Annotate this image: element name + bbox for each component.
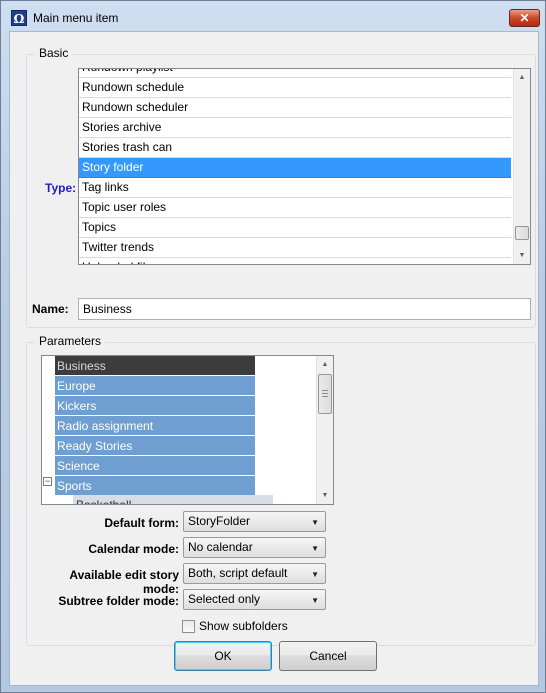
thumb-grip bbox=[322, 393, 328, 394]
type-list-item[interactable]: Topic user roles bbox=[79, 198, 511, 218]
folder-tree-item[interactable]: Business bbox=[55, 356, 255, 376]
type-list-item[interactable]: Story folder bbox=[79, 158, 511, 178]
folder-tree-item[interactable]: Kickers bbox=[55, 396, 255, 416]
app-omega-icon: Ω bbox=[11, 10, 27, 26]
type-list-item[interactable]: Rundown scheduler bbox=[79, 98, 511, 118]
type-list-item[interactable]: Twitter trends bbox=[79, 238, 511, 258]
thumb-grip bbox=[322, 396, 328, 397]
calendar-mode-value: No calendar bbox=[188, 540, 253, 554]
folder-tree-item[interactable]: Radio assignment bbox=[55, 416, 255, 436]
type-list-item[interactable]: Rundown playlist bbox=[79, 69, 511, 78]
folder-tree-item[interactable]: Ready Stories bbox=[55, 436, 255, 456]
folder-tree-scrollbar[interactable]: ▲ ▼ bbox=[316, 356, 333, 504]
folder-tree-scroll-thumb[interactable] bbox=[318, 374, 332, 414]
scroll-up-arrow-icon[interactable]: ▲ bbox=[514, 69, 530, 86]
edit-story-mode-label: Available edit story mode: bbox=[69, 568, 179, 596]
basic-group: Basic Type: Rundown playlistRundown sche… bbox=[26, 46, 536, 328]
type-list-item[interactable]: Topics bbox=[79, 218, 511, 238]
type-list[interactable]: Rundown playlistRundown scheduleRundown … bbox=[78, 68, 531, 265]
parameters-group-legend: Parameters bbox=[35, 334, 106, 348]
name-label: Name: bbox=[32, 302, 69, 316]
show-subfolders-checkbox[interactable] bbox=[182, 620, 195, 633]
cancel-button[interactable]: Cancel bbox=[279, 641, 377, 671]
calendar-mode-label: Calendar mode: bbox=[88, 542, 179, 556]
type-list-item[interactable]: Stories archive bbox=[79, 118, 511, 138]
subtree-mode-value: Selected only bbox=[188, 592, 261, 606]
ok-button[interactable]: OK bbox=[174, 641, 272, 671]
folder-tree-item[interactable]: Europe bbox=[55, 376, 255, 396]
subtree-mode-select[interactable]: Selected only ▼ bbox=[183, 589, 326, 610]
default-form-select[interactable]: StoryFolder ▼ bbox=[183, 511, 326, 532]
tree-collapse-icon[interactable]: − bbox=[43, 477, 52, 486]
scroll-down-arrow-icon[interactable]: ▼ bbox=[514, 247, 530, 264]
chevron-down-icon: ▼ bbox=[311, 544, 319, 553]
default-form-label: Default form: bbox=[104, 516, 179, 530]
scroll-up-arrow-icon[interactable]: ▲ bbox=[317, 356, 333, 373]
calendar-mode-select[interactable]: No calendar ▼ bbox=[183, 537, 326, 558]
show-subfolders-label[interactable]: Show subfolders bbox=[199, 619, 288, 633]
title-bar[interactable]: Ω Main menu item ✕ bbox=[1, 1, 545, 31]
chevron-down-icon: ▼ bbox=[311, 596, 319, 605]
scroll-down-arrow-icon[interactable]: ▼ bbox=[317, 487, 333, 504]
close-button[interactable]: ✕ bbox=[509, 9, 540, 27]
default-form-value: StoryFolder bbox=[188, 514, 251, 528]
folder-tree-item[interactable]: Sports bbox=[55, 476, 255, 496]
chevron-down-icon: ▼ bbox=[311, 570, 319, 579]
chevron-down-icon: ▼ bbox=[311, 518, 319, 527]
tree-item-partial[interactable]: Basketball bbox=[73, 495, 273, 504]
edit-story-mode-select[interactable]: Both, script default ▼ bbox=[183, 563, 326, 584]
folder-tree-item[interactable]: Science bbox=[55, 456, 255, 476]
dialog-window: Ω Main menu item ✕ Basic Type: Rundown p… bbox=[0, 0, 546, 693]
type-label: Type: bbox=[45, 181, 77, 195]
type-list-scroll-thumb[interactable] bbox=[515, 226, 529, 240]
type-list-item[interactable]: Rundown schedule bbox=[79, 78, 511, 98]
type-list-scrollbar[interactable]: ▲ ▼ bbox=[513, 69, 530, 264]
edit-story-mode-value: Both, script default bbox=[188, 566, 288, 580]
close-icon: ✕ bbox=[519, 11, 530, 25]
parameters-group: Parameters Business Europe Kickers Radio as… bbox=[26, 334, 536, 646]
basic-group-legend: Basic bbox=[35, 46, 73, 60]
window-title: Main menu item bbox=[33, 11, 119, 25]
dialog-client-area: Basic Type: Rundown playlistRundown sche… bbox=[9, 31, 539, 686]
thumb-grip bbox=[322, 390, 328, 391]
name-field[interactable] bbox=[78, 298, 531, 320]
type-list-item[interactable]: Tag links bbox=[79, 178, 511, 198]
type-list-item[interactable]: Unloaded files bbox=[79, 258, 511, 264]
type-list-item[interactable]: Stories trash can bbox=[79, 138, 511, 158]
subtree-mode-label: Subtree folder mode: bbox=[58, 594, 179, 608]
folder-tree[interactable]: Business Europe Kickers Radio assignment Rea… bbox=[41, 355, 334, 505]
